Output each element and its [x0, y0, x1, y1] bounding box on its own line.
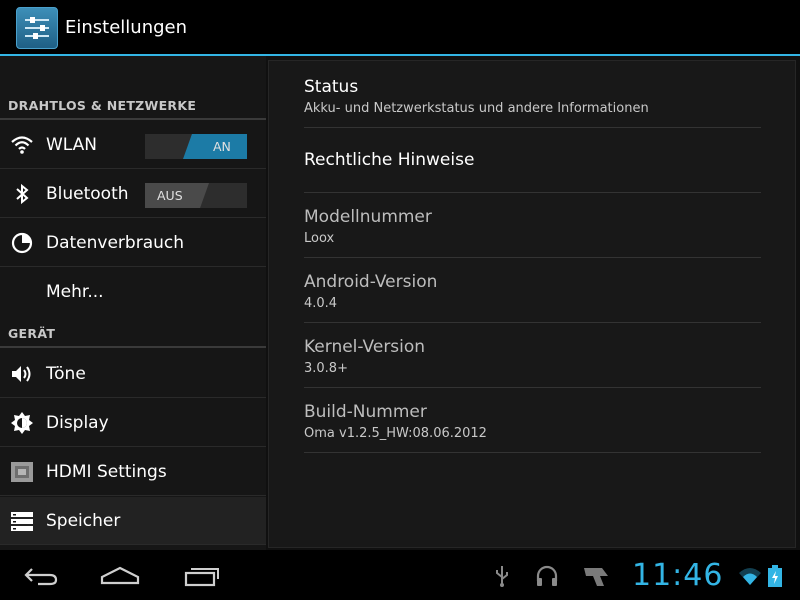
action-bar: Einstellungen — [0, 0, 800, 56]
info-title: Build-Nummer — [304, 402, 427, 422]
sidebar-item-label: Speicher — [46, 511, 121, 531]
info-row-model: Modellnummer Loox — [304, 193, 761, 258]
battery-charging-icon[interactable] — [766, 564, 784, 588]
sidebar-item-more[interactable]: Mehr... — [0, 268, 266, 316]
info-title: Modellnummer — [304, 207, 432, 227]
toggle-state: AUS — [157, 188, 183, 203]
sidebar-item-sound[interactable]: Töne — [0, 350, 266, 398]
settings-sidebar: DRAHTLOS & NETZWERKE WLAN AN Bluetooth A… — [0, 56, 266, 550]
info-row-status[interactable]: Status Akku- und Netzwerkstatus und ande… — [304, 77, 761, 128]
sidebar-item-wlan[interactable]: WLAN AN — [0, 121, 266, 169]
info-subtitle: Oma v1.2.5_HW:08.06.2012 — [304, 426, 487, 441]
bluetooth-icon — [10, 182, 34, 206]
back-button[interactable] — [22, 563, 62, 589]
info-subtitle: 4.0.4 — [304, 296, 338, 311]
sidebar-item-label: Datenverbrauch — [46, 233, 185, 253]
settings-app-icon[interactable] — [16, 7, 58, 49]
info-title: Status — [304, 77, 359, 97]
usb-icon[interactable] — [490, 564, 514, 588]
info-row-kernel-version: Kernel-Version 3.0.8+ — [304, 323, 761, 388]
sidebar-item-label: Töne — [46, 364, 86, 384]
sidebar-item-label: Mehr... — [46, 282, 104, 302]
data-usage-icon — [10, 231, 34, 255]
info-subtitle: 3.0.8+ — [304, 361, 348, 376]
clock[interactable]: 11:46 — [632, 558, 723, 593]
sidebar-item-hdmi[interactable]: HDMI Settings — [0, 448, 266, 496]
recent-apps-button[interactable] — [182, 563, 222, 589]
section-header-wireless: DRAHTLOS & NETZWERKE — [8, 98, 197, 113]
info-title: Rechtliche Hinweise — [304, 150, 475, 170]
hdmi-icon — [10, 460, 34, 484]
wlan-toggle[interactable]: AN — [145, 134, 247, 159]
about-pane: Status Akku- und Netzwerkstatus und ande… — [268, 60, 796, 548]
section-divider — [0, 346, 266, 348]
settings-content: DRAHTLOS & NETZWERKE WLAN AN Bluetooth A… — [0, 56, 800, 550]
speaker-icon — [10, 362, 34, 386]
sidebar-item-storage[interactable]: Speicher — [0, 497, 266, 545]
section-header-device: GERÄT — [8, 326, 56, 341]
info-title: Android-Version — [304, 272, 438, 292]
info-subtitle: Loox — [304, 231, 335, 246]
airplane-mode-icon[interactable] — [582, 564, 610, 588]
info-title: Kernel-Version — [304, 337, 426, 357]
info-row-legal[interactable]: Rechtliche Hinweise — [304, 128, 761, 193]
section-divider — [0, 118, 266, 120]
bluetooth-toggle[interactable]: AUS — [145, 183, 247, 208]
wifi-icon — [10, 133, 34, 157]
sidebar-item-data-usage[interactable]: Datenverbrauch — [0, 219, 266, 267]
toggle-state: AN — [213, 139, 231, 154]
sidebar-item-bluetooth[interactable]: Bluetooth AUS — [0, 170, 266, 218]
page-title: Einstellungen — [65, 17, 188, 38]
system-bar: 11:46 — [0, 550, 800, 600]
sidebar-item-display[interactable]: Display — [0, 399, 266, 447]
info-subtitle: Akku- und Netzwerkstatus und andere Info… — [304, 101, 649, 116]
sidebar-item-label: HDMI Settings — [46, 462, 167, 482]
storage-icon — [10, 509, 34, 533]
info-row-android-version[interactable]: Android-Version 4.0.4 — [304, 258, 761, 323]
headset-icon[interactable] — [535, 564, 559, 588]
info-row-build-number[interactable]: Build-Nummer Oma v1.2.5_HW:08.06.2012 — [304, 388, 761, 453]
brightness-icon — [10, 411, 34, 435]
sidebar-item-label: Display — [46, 413, 109, 433]
home-button[interactable] — [100, 563, 140, 589]
sidebar-item-label: WLAN — [46, 135, 98, 155]
wifi-signal-icon[interactable] — [738, 564, 762, 588]
sidebar-item-label: Bluetooth — [46, 184, 129, 204]
